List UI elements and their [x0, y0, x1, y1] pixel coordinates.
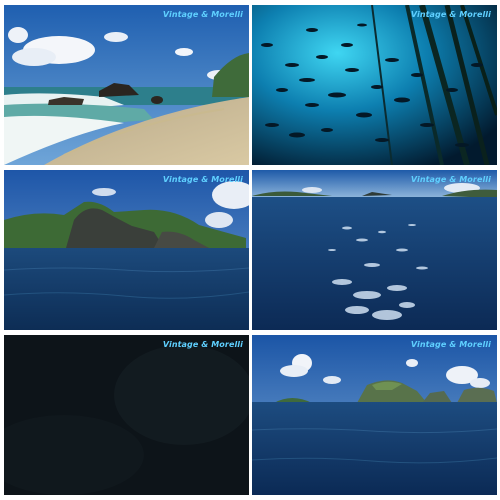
watermark-text: Vintage & Morelli [162, 340, 243, 349]
watermark-text: Vintage & Morelli [410, 175, 491, 184]
video-frame-ocean: Vintage & Morelli [252, 170, 497, 330]
watermark-text: Vintage & Morelli [162, 10, 243, 19]
underwater-scene [252, 5, 497, 165]
island-scene [4, 170, 249, 330]
dark-scene [4, 335, 249, 495]
watermark-text: Vintage & Morelli [410, 10, 491, 19]
watermark-text: Vintage & Morelli [410, 340, 491, 349]
video-frame-dark: Vintage & Morelli [4, 335, 249, 495]
video-frame-island: Vintage & Morelli [4, 170, 249, 330]
watermark-text: Vintage & Morelli [162, 175, 243, 184]
beach-scene [4, 5, 249, 165]
video-frame-beach: Vintage & Morelli [4, 5, 249, 165]
ocean-scene [252, 170, 497, 330]
video-frame-distant-islands: Vintage & Morelli [252, 335, 497, 495]
video-frame-underwater: Vintage & Morelli [252, 5, 497, 165]
distant-islands-scene [252, 335, 497, 495]
